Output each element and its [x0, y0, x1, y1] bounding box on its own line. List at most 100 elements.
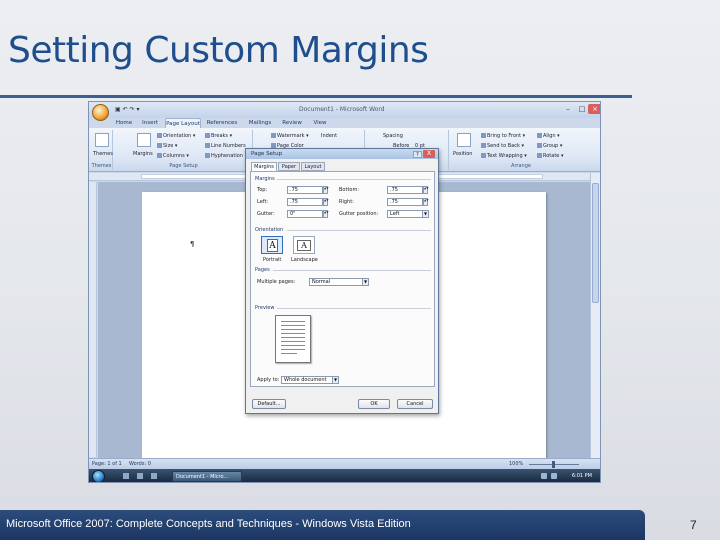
- help-icon[interactable]: ?: [413, 151, 422, 158]
- top-field[interactable]: .75: [287, 186, 323, 194]
- margins-icon[interactable]: [137, 133, 151, 147]
- text-wrapping-button[interactable]: Text Wrapping ▾: [481, 153, 527, 159]
- orientation-button[interactable]: Orientation ▾: [157, 133, 195, 139]
- gutter-field[interactable]: 0": [287, 210, 323, 218]
- tab-insert[interactable]: Insert: [139, 118, 161, 128]
- themes-icon[interactable]: [95, 133, 109, 147]
- orientation-section-label: Orientation: [255, 227, 284, 233]
- taskbar-word-button[interactable]: Document1 - Micro...: [172, 471, 242, 482]
- themes-button[interactable]: Themes: [93, 151, 113, 157]
- top-label: Top:: [257, 187, 268, 193]
- hyphenation-button[interactable]: Hyphenation: [205, 153, 243, 159]
- preview-line: [281, 341, 305, 342]
- zoom-slider-knob[interactable]: [552, 461, 555, 468]
- gutter-spinner[interactable]: ▲▼: [323, 210, 329, 218]
- maximize-icon[interactable]: □: [575, 104, 589, 114]
- portrait-page-icon: A: [267, 239, 278, 252]
- paragraph-mark: ¶: [190, 240, 195, 248]
- vertical-scrollbar[interactable]: [590, 173, 600, 458]
- switch-windows-icon[interactable]: [137, 473, 143, 479]
- send-to-back-button[interactable]: Send to Back ▾: [481, 143, 524, 149]
- margins-button[interactable]: Margins: [133, 151, 153, 157]
- tab-home[interactable]: Home: [113, 118, 135, 128]
- watermark-button[interactable]: Watermark ▾: [271, 133, 309, 139]
- tab-view[interactable]: View: [309, 118, 331, 128]
- columns-icon: [157, 153, 162, 158]
- right-label: Right:: [339, 199, 354, 205]
- footer-bar: Microsoft Office 2007: Complete Concepts…: [0, 510, 645, 540]
- word-count[interactable]: Words: 0: [129, 461, 151, 467]
- section-divider: [277, 179, 431, 180]
- preview-line: [281, 345, 305, 346]
- apply-to-select[interactable]: Whole document ▼: [281, 376, 339, 384]
- position-button[interactable]: Position: [453, 151, 472, 157]
- themes-group-label: Themes: [91, 163, 112, 169]
- left-spinner[interactable]: ▲▼: [323, 198, 329, 206]
- bring-to-front-icon: [481, 133, 486, 138]
- tab-page-layout[interactable]: Page Layout: [165, 118, 201, 128]
- gutter-position-label: Gutter position:: [339, 211, 379, 217]
- size-button[interactable]: Size ▾: [157, 143, 177, 149]
- spacing-label: Spacing: [383, 133, 403, 139]
- zoom-level[interactable]: 100%: [509, 461, 523, 467]
- rotate-button[interactable]: Rotate ▾: [537, 153, 563, 159]
- dialog-close-icon[interactable]: X: [423, 150, 435, 158]
- close-icon[interactable]: ×: [588, 104, 600, 114]
- align-button[interactable]: Align ▾: [537, 133, 560, 139]
- tab-references[interactable]: References: [205, 118, 239, 128]
- breaks-icon: [205, 133, 210, 138]
- apply-to-label: Apply to:: [257, 377, 280, 383]
- office-button[interactable]: [92, 104, 109, 121]
- gutter-position-select[interactable]: Left ▼: [387, 210, 429, 218]
- multiple-pages-label: Multiple pages:: [257, 279, 296, 285]
- internet-explorer-icon[interactable]: [151, 473, 157, 479]
- minimize-icon[interactable]: –: [561, 104, 575, 114]
- vertical-ruler[interactable]: [89, 182, 97, 457]
- ok-button[interactable]: OK: [358, 399, 390, 409]
- bottom-field[interactable]: .75: [387, 186, 423, 194]
- landscape-page-icon: A: [297, 240, 311, 251]
- show-desktop-icon[interactable]: [123, 473, 129, 479]
- footer-text: Microsoft Office 2007: Complete Concepts…: [6, 518, 411, 530]
- bring-to-front-button[interactable]: Bring to Front ▾: [481, 133, 525, 139]
- scrollbar-thumb[interactable]: [592, 183, 599, 303]
- dialog-tab-paper[interactable]: Paper: [278, 162, 300, 171]
- default-button[interactable]: Default...: [252, 399, 286, 409]
- position-icon[interactable]: [457, 133, 471, 147]
- start-button[interactable]: [92, 470, 105, 482]
- left-field[interactable]: .75: [287, 198, 323, 206]
- line-numbers-icon: [205, 143, 210, 148]
- left-label: Left:: [257, 199, 269, 205]
- send-to-back-icon: [481, 143, 486, 148]
- dialog-body: Margins Top: .75 ▲▼ Bottom: .75 ▲▼ Left:…: [250, 171, 435, 387]
- landscape-option[interactable]: A: [293, 236, 315, 254]
- bottom-label: Bottom:: [339, 187, 360, 193]
- network-icon[interactable]: [541, 473, 547, 479]
- tab-mailings[interactable]: Mailings: [245, 118, 275, 128]
- clock[interactable]: 6:01 PM: [572, 473, 592, 479]
- page-count[interactable]: Page: 1 of 1: [92, 461, 122, 467]
- cancel-button[interactable]: Cancel: [397, 399, 433, 409]
- multiple-pages-select[interactable]: Normal ▼: [309, 278, 369, 286]
- volume-icon[interactable]: [551, 473, 557, 479]
- tab-review[interactable]: Review: [279, 118, 305, 128]
- top-spinner[interactable]: ▲▼: [323, 186, 329, 194]
- right-field[interactable]: .75: [387, 198, 423, 206]
- group-button[interactable]: Group ▾: [537, 143, 562, 149]
- page-setup-group: Margins Orientation ▾ Size ▾ Columns ▾ B…: [115, 130, 253, 170]
- dialog-tab-layout[interactable]: Layout: [301, 162, 325, 171]
- arrange-group-label: Arrange: [511, 163, 531, 169]
- section-divider: [277, 308, 431, 309]
- breaks-button[interactable]: Breaks ▾: [205, 133, 232, 139]
- portrait-option[interactable]: A: [261, 236, 283, 254]
- status-bar: Page: 1 of 1 Words: 0 100%: [89, 458, 600, 469]
- quick-access-toolbar[interactable]: ▣ ↶ ↷ ▾: [115, 106, 139, 113]
- preview-line: [281, 329, 305, 330]
- rotate-icon: [537, 153, 542, 158]
- right-spinner[interactable]: ▲▼: [423, 198, 429, 206]
- bottom-spinner[interactable]: ▲▼: [423, 186, 429, 194]
- columns-button[interactable]: Columns ▾: [157, 153, 189, 159]
- size-icon: [157, 143, 162, 148]
- line-numbers-button[interactable]: Line Numbers: [205, 143, 246, 149]
- orientation-icon: [157, 133, 162, 138]
